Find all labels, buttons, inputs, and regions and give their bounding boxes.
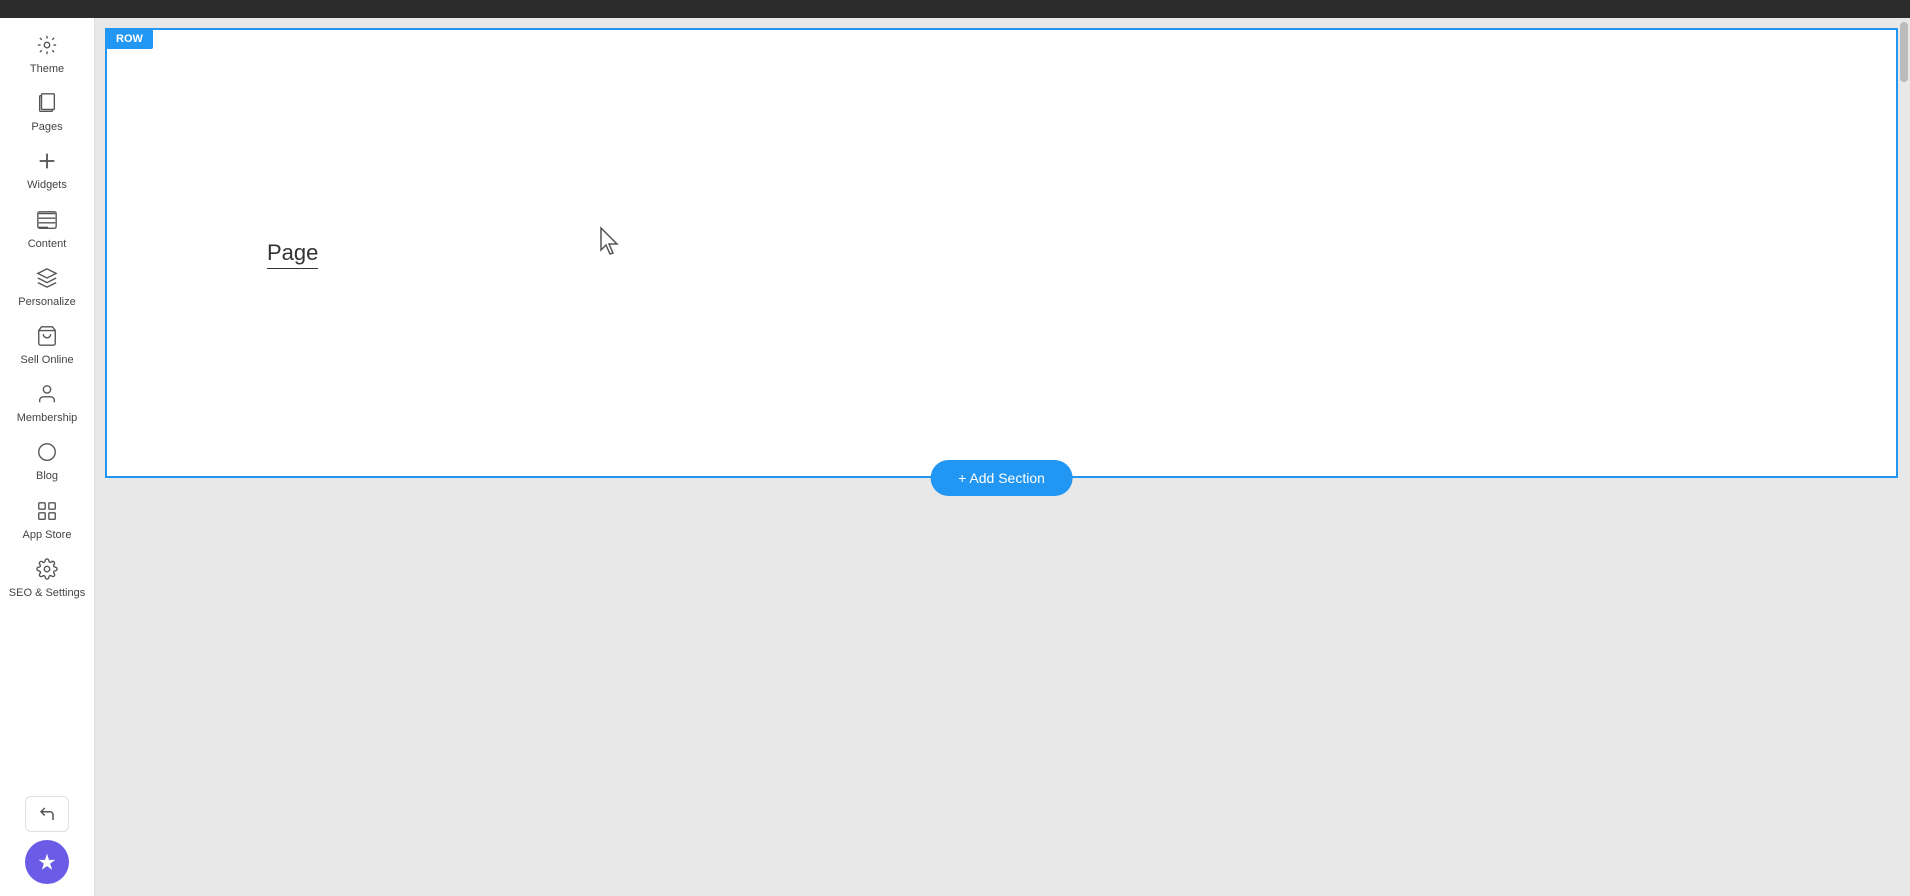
page-content: Page <box>107 30 1896 470</box>
scrollbar[interactable] <box>1898 18 1910 896</box>
main-canvas: ROW Page + Add Section <box>95 18 1910 896</box>
sidebar-item-blog[interactable]: Blog <box>0 433 94 491</box>
sidebar-item-theme[interactable]: Theme <box>0 26 94 84</box>
sidebar-item-seo-settings[interactable]: SEO & Settings <box>0 550 94 608</box>
sidebar-item-pages[interactable]: Pages <box>0 84 94 142</box>
sidebar-item-app-store[interactable]: App Store <box>0 492 94 550</box>
sidebar-item-membership[interactable]: Membership <box>0 375 94 433</box>
widgets-icon <box>36 150 58 176</box>
theme-icon <box>36 34 58 60</box>
row-badge: ROW <box>106 29 153 49</box>
sidebar-item-personalize[interactable]: Personalize <box>0 259 94 317</box>
sidebar-item-sell-online-label: Sell Online <box>20 354 73 367</box>
sidebar-item-personalize-label: Personalize <box>18 296 75 309</box>
scrollbar-thumb[interactable] <box>1900 22 1908 82</box>
sidebar-item-sell-online[interactable]: Sell Online <box>0 317 94 375</box>
content-icon <box>36 209 58 235</box>
sidebar-item-membership-label: Membership <box>17 412 78 425</box>
magic-button[interactable] <box>25 840 69 884</box>
membership-icon <box>36 383 58 409</box>
blog-icon <box>36 441 58 467</box>
add-section-button[interactable]: + Add Section <box>930 460 1073 496</box>
sidebar-item-widgets[interactable]: Widgets <box>0 142 94 200</box>
cursor <box>597 226 621 250</box>
page-label: Page <box>267 240 318 269</box>
sidebar-item-blog-label: Blog <box>36 470 58 483</box>
sidebar-item-content[interactable]: Content <box>0 201 94 259</box>
personalize-icon <box>36 267 58 293</box>
sidebar-item-theme-label: Theme <box>30 63 64 76</box>
sidebar: Theme Pages Widgets Content <box>0 18 95 896</box>
sidebar-item-app-store-label: App Store <box>23 529 72 542</box>
page-container: ROW Page + Add Section <box>105 28 1898 478</box>
sidebar-item-seo-settings-label: SEO & Settings <box>9 587 85 600</box>
sidebar-item-content-label: Content <box>28 238 67 251</box>
sidebar-item-widgets-label: Widgets <box>27 179 67 192</box>
app-store-icon <box>36 500 58 526</box>
undo-button[interactable] <box>25 796 69 832</box>
sell-online-icon <box>36 325 58 351</box>
pages-icon <box>36 92 58 118</box>
top-bar <box>0 0 1910 18</box>
seo-settings-icon <box>36 558 58 584</box>
sidebar-bottom <box>25 796 69 896</box>
sidebar-item-pages-label: Pages <box>31 121 62 134</box>
